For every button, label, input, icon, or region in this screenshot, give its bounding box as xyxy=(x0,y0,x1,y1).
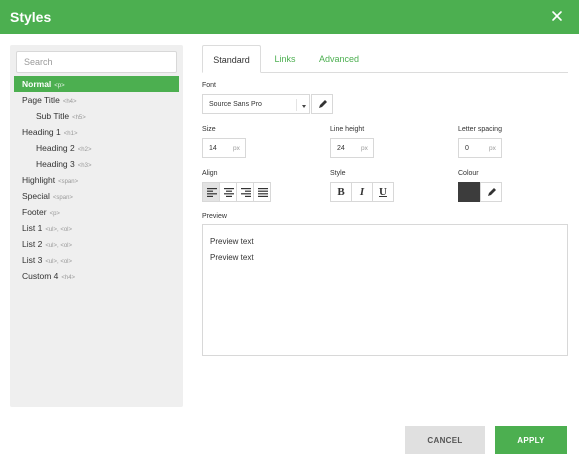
style-item-tag: <ul>, <ol> xyxy=(45,227,73,233)
bold-button[interactable]: B xyxy=(330,182,352,202)
tab-standard[interactable]: Standard xyxy=(202,45,261,73)
style-item-list-2[interactable]: List 2 <ul>, <ol> xyxy=(14,236,179,252)
tab-advanced[interactable]: Advanced xyxy=(310,45,368,73)
style-item-sub-title[interactable]: Sub Title <h5> xyxy=(14,108,179,124)
colour-swatch[interactable] xyxy=(458,182,480,202)
style-item-label: Footer xyxy=(22,207,47,217)
size-input[interactable]: 14 px xyxy=(202,138,246,158)
preview-text: Preview text xyxy=(210,253,254,262)
letter-spacing-unit: px xyxy=(489,145,496,152)
font-select[interactable]: Source Sans Pro xyxy=(202,94,310,114)
style-item-label: Special xyxy=(22,191,50,201)
underline-button[interactable]: U xyxy=(372,182,394,202)
cancel-button[interactable]: CANCEL xyxy=(405,426,485,454)
style-item-label: Sub Title xyxy=(36,111,70,121)
italic-button[interactable]: I xyxy=(351,182,373,202)
letter-spacing-input[interactable]: 0 px xyxy=(458,138,502,158)
style-item-label: Normal xyxy=(22,79,52,89)
style-item-custom-4[interactable]: Custom 4 <h4> xyxy=(14,268,179,284)
style-item-tag: <span> xyxy=(52,195,73,201)
close-icon[interactable] xyxy=(549,7,565,25)
apply-button[interactable]: APPLY xyxy=(495,426,567,454)
style-item-tag: <h1> xyxy=(63,131,78,137)
preview-box: Preview text Preview text xyxy=(202,224,568,356)
style-item-tag: <h4> xyxy=(61,275,76,281)
size-label: Size xyxy=(202,126,216,133)
style-item-tag: <h2> xyxy=(77,147,92,153)
align-right-button[interactable] xyxy=(236,182,254,202)
style-item-tag: <p> xyxy=(49,211,60,217)
chevron-down-icon xyxy=(296,99,310,111)
dialog-title: Styles xyxy=(10,9,52,25)
styles-sidebar: Normal<p> Page Title<h4> Sub Title<h5> H… xyxy=(10,45,183,407)
style-item-label: Highlight xyxy=(22,175,56,185)
style-item-label: Heading 3 xyxy=(36,159,75,169)
style-item-label: Heading 1 xyxy=(22,127,61,137)
colour-edit-button[interactable] xyxy=(480,182,502,202)
align-justify-button[interactable] xyxy=(253,182,271,202)
font-label: Font xyxy=(202,82,217,89)
style-item-list-3[interactable]: List 3 <ul>, <ol> xyxy=(14,252,179,268)
style-item-tag: <ul>, <ol> xyxy=(45,259,73,265)
style-item-label: List 3 xyxy=(22,255,43,265)
tab-bar: Standard Links Advanced xyxy=(202,45,568,73)
font-select-value: Source Sans Pro xyxy=(209,101,262,108)
letter-spacing-value: 0 xyxy=(465,145,469,152)
align-label: Align xyxy=(202,170,218,177)
colour-label: Colour xyxy=(458,170,479,177)
search-input[interactable] xyxy=(16,51,177,73)
style-item-normal[interactable]: Normal <p> xyxy=(14,76,179,92)
style-item-tag: <h4> xyxy=(62,99,77,105)
align-center-button[interactable] xyxy=(219,182,237,202)
style-item-label: Custom 4 xyxy=(22,271,59,281)
align-button-group xyxy=(202,182,271,202)
line-height-input[interactable]: 24 px xyxy=(330,138,374,158)
style-item-tag: <h3> xyxy=(77,163,92,169)
style-item-heading-3[interactable]: Heading 3 <h3> xyxy=(14,156,179,172)
style-item-special[interactable]: Special <span> xyxy=(14,188,179,204)
style-item-heading-1[interactable]: Heading 1 <h1> xyxy=(14,124,179,140)
style-button-group: B I U xyxy=(330,182,394,202)
style-item-heading-2[interactable]: Heading 2 <h2> xyxy=(14,140,179,156)
style-item-tag: <p> xyxy=(54,83,65,89)
line-height-value: 24 xyxy=(337,145,345,152)
style-list: Normal <p> Page Title <h4> Sub Title <h5> H… xyxy=(14,76,179,284)
style-item-label: List 1 xyxy=(22,223,43,233)
dialog-titlebar: Styles xyxy=(0,0,579,34)
line-height-unit: px xyxy=(361,145,368,152)
size-value: 14 xyxy=(209,145,217,152)
style-item-label: Page Title xyxy=(22,95,60,105)
style-item-list-1[interactable]: List 1 <ul>, <ol> xyxy=(14,220,179,236)
size-unit: px xyxy=(233,145,240,152)
style-item-tag: <span> xyxy=(58,179,79,185)
style-item-label: Heading 2 xyxy=(36,143,75,153)
tab-links[interactable]: Links xyxy=(265,45,305,73)
preview-text: Preview text xyxy=(210,237,254,246)
style-label: Style xyxy=(330,170,346,177)
style-item-tag: <ul>, <ol> xyxy=(45,243,73,249)
preview-label: Preview xyxy=(202,213,227,220)
style-item-page-title[interactable]: Page Title <h4> xyxy=(14,92,179,108)
style-item-tag: <h5> xyxy=(72,115,86,121)
letter-spacing-label: Letter spacing xyxy=(458,126,502,133)
line-height-label: Line height xyxy=(330,126,365,133)
style-item-highlight[interactable]: Highlight <span> xyxy=(14,172,179,188)
align-left-button[interactable] xyxy=(202,182,220,202)
style-item-label: List 2 xyxy=(22,239,43,249)
font-edit-button[interactable] xyxy=(311,94,333,114)
style-item-footer[interactable]: Footer <p> xyxy=(14,204,179,220)
